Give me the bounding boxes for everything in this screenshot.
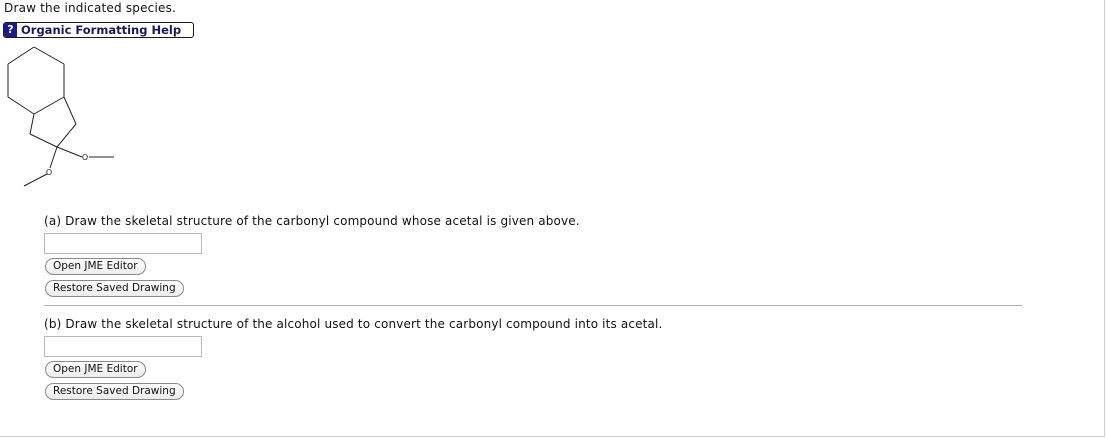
part-a-answer-box[interactable] (44, 233, 202, 254)
help-icon: ? (4, 23, 17, 37)
instruction-text: Draw the indicated species. (4, 1, 177, 15)
skeletal-bonds (7, 46, 114, 187)
part-b-answer-box[interactable] (44, 336, 202, 357)
part-a-prompt: (a) Draw the skeletal structure of the c… (44, 214, 580, 228)
oxygen-label-upper: O (82, 153, 88, 162)
oxygen-label-lower: O (46, 168, 52, 177)
part-b-open-jme-editor-button[interactable]: Open JME Editor (45, 361, 146, 378)
part-a-restore-saved-drawing-button[interactable]: Restore Saved Drawing (45, 280, 184, 297)
part-a-open-jme-editor-button[interactable]: Open JME Editor (45, 258, 146, 275)
section-divider (44, 305, 1022, 306)
acetal-structure: O O (7, 46, 114, 187)
part-b-prompt: (b) Draw the skeletal structure of the a… (44, 317, 663, 331)
part-b-restore-saved-drawing-button[interactable]: Restore Saved Drawing (45, 383, 184, 400)
help-label: Organic Formatting Help (21, 23, 182, 37)
organic-formatting-help-button[interactable]: ? Organic Formatting Help (3, 22, 194, 38)
